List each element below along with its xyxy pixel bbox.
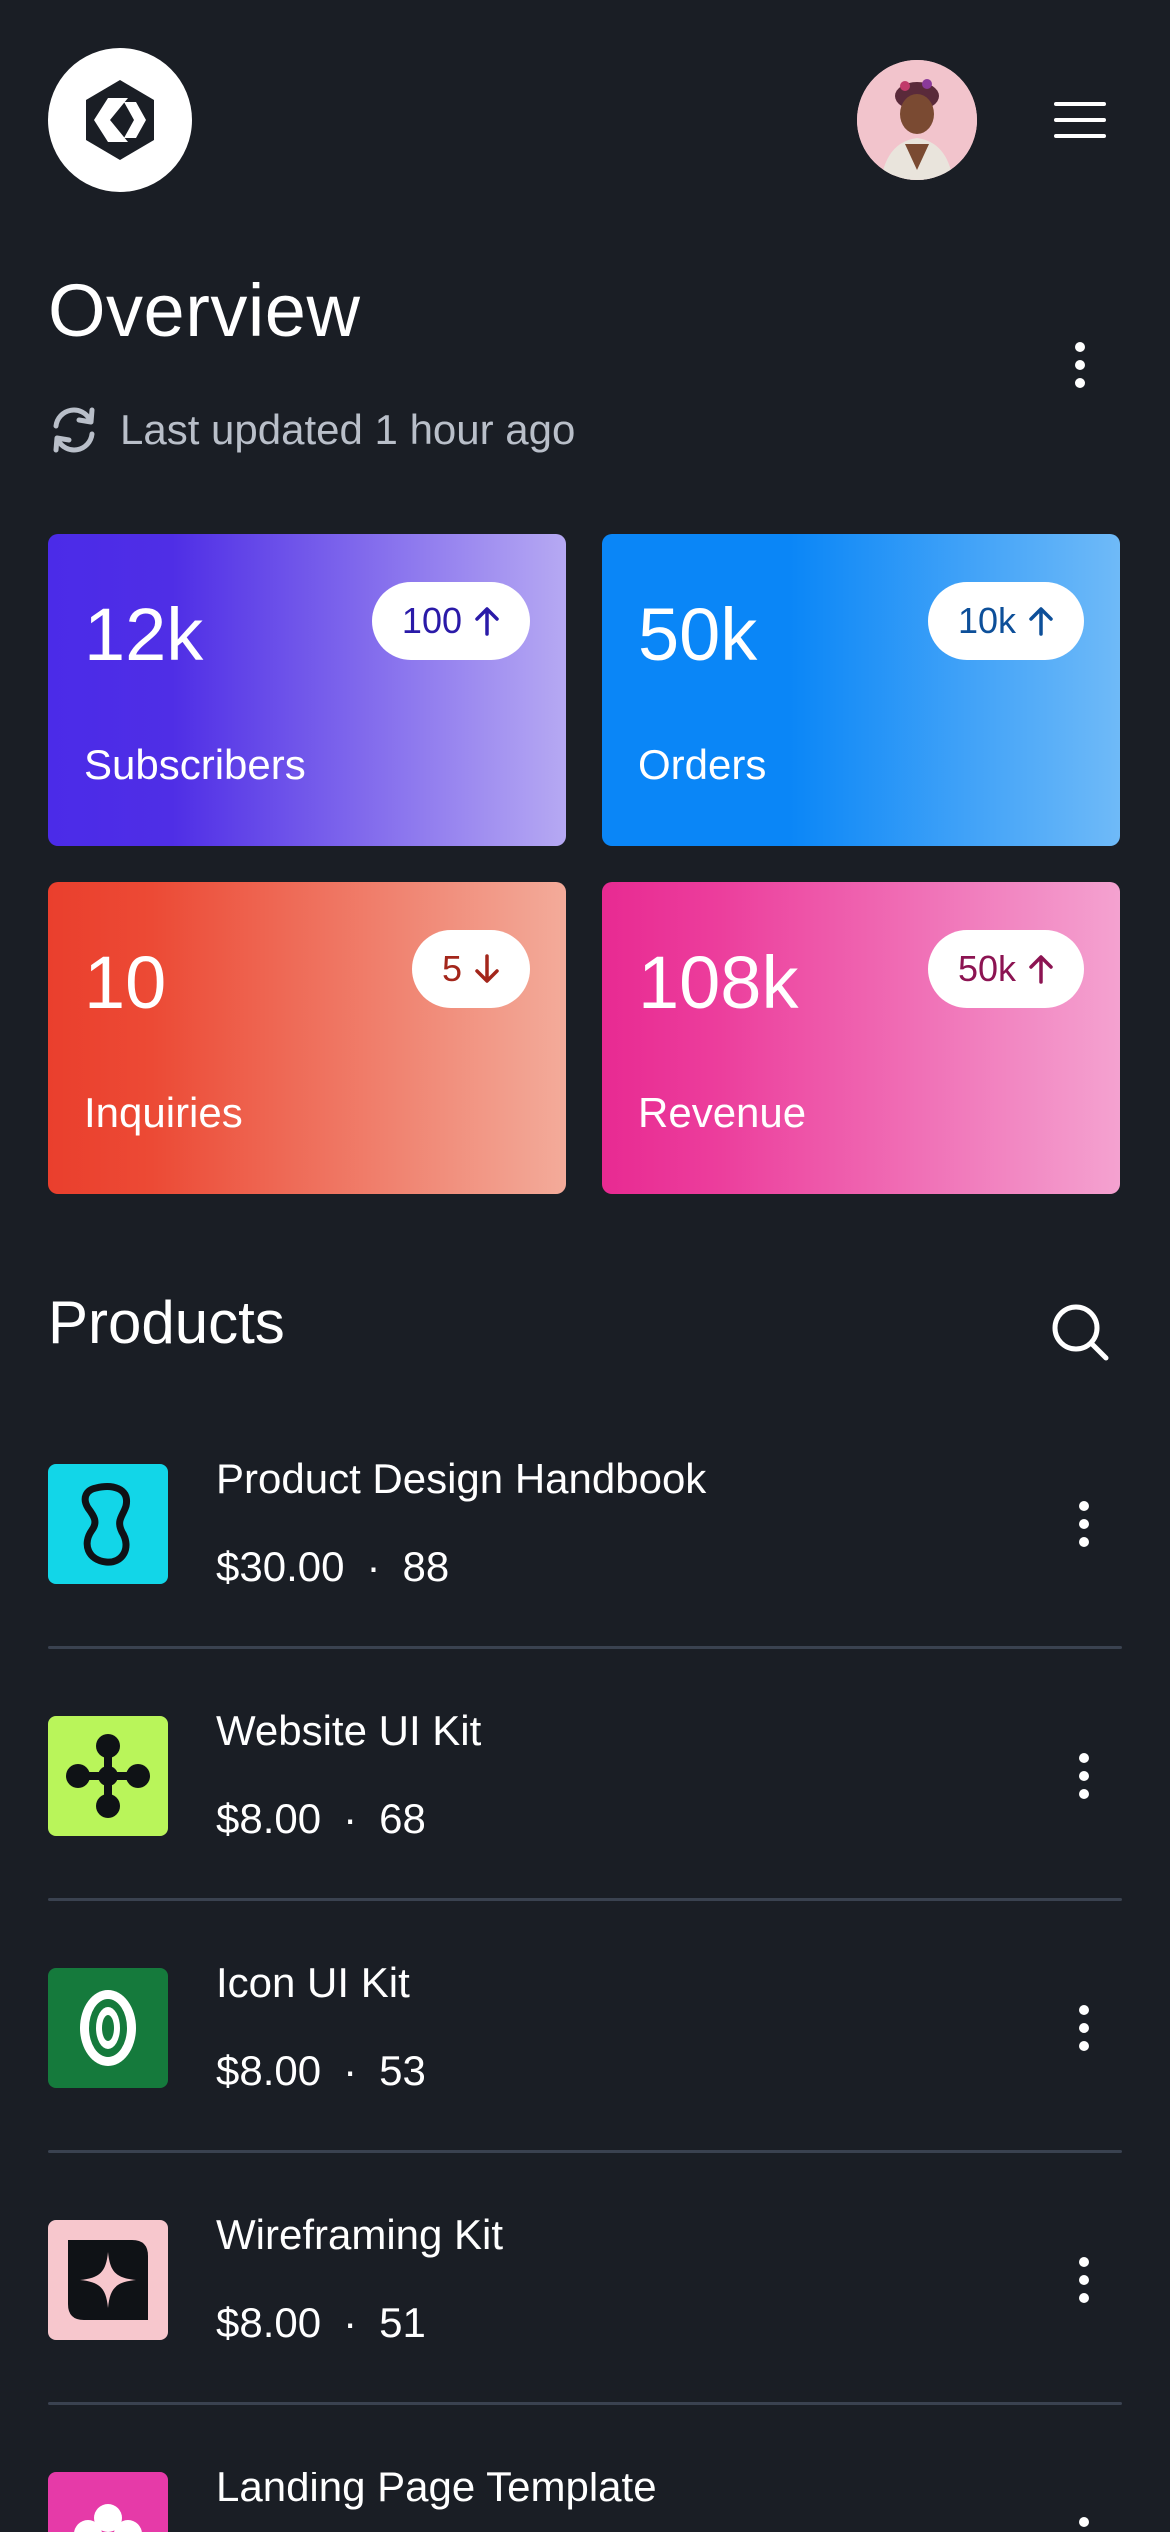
stat-card-subscribers[interactable]: 12k Subscribers 100 [48,534,566,846]
product-name: Landing Page Template [216,2472,657,2510]
user-avatar[interactable] [857,60,977,180]
refresh-icon [53,407,95,453]
divider [48,1898,1122,1901]
products-title: Products [48,1289,285,1356]
trend-badge: 100 [371,582,530,660]
list-item[interactable]: Landing Page Template [48,2472,1122,2532]
app-header [0,0,1170,240]
trend-value: 5 [441,948,462,989]
product-name: Product Design Handbook [216,1455,707,1502]
last-updated: Last updated 1 hour ago [48,400,575,460]
product-price: $8.00 [216,1795,322,1842]
vertical-dots-icon[interactable] [1064,2250,1104,2310]
flower-icon [48,2472,168,2532]
stat-label: Orders [638,741,767,788]
blob-icon [48,1464,168,1584]
stat-value: 12k [84,593,204,676]
trend-value: 50k [957,948,1016,989]
stat-card-inquiries[interactable]: 10 Inquiries 5 [48,882,566,1194]
divider [48,2150,1122,2153]
trend-value: 10k [957,600,1016,641]
hamburger-menu-icon[interactable] [1040,90,1120,150]
product-name: Website UI Kit [216,1707,482,1754]
product-count: 68 [379,1795,426,1842]
product-count: 51 [379,2299,426,2346]
arrow-up-icon [475,607,499,636]
product-meta: $30.00 · 88 [216,1542,449,1592]
product-count: 53 [379,2047,426,2094]
trend-badge: 50k [927,930,1084,1008]
trend-badge: 5 [411,930,530,1008]
stat-value: 108k [638,941,799,1024]
list-item[interactable]: Product Design Handbook $30.00 · 88 [48,1455,1122,1716]
vertical-dots-icon[interactable] [1055,330,1105,400]
search-icon[interactable] [1048,1300,1112,1364]
stat-value: 10 [84,941,167,1024]
vertical-dots-icon[interactable] [1064,1998,1104,2058]
divider [48,2402,1122,2405]
product-price: $8.00 [216,2047,322,2094]
list-item[interactable]: Wireframing Kit $8.00 · 51 [48,2211,1122,2472]
meta-separator: · [343,2299,358,2346]
product-count: 88 [402,1543,450,1590]
stat-label: Revenue [638,1089,807,1136]
trend-value: 100 [401,600,462,641]
meta-separator: · [343,2047,358,2094]
list-item[interactable]: Icon UI Kit $8.00 · 53 [48,1959,1122,2220]
stat-card-orders[interactable]: 50k Orders 10k [602,534,1120,846]
arrow-down-icon [475,954,499,983]
list-item[interactable]: Website UI Kit $8.00 · 68 [48,1707,1122,1968]
product-name: Wireframing Kit [216,2211,504,2258]
arrow-up-icon [1029,955,1053,984]
sparkle-square-icon [48,2220,168,2340]
product-price: $8.00 [216,2299,322,2346]
meta-separator: · [366,1543,381,1590]
vertical-dots-icon[interactable] [1064,2510,1104,2532]
product-price: $30.00 [216,1543,345,1590]
divider [48,1646,1122,1649]
hexagon-logo-icon[interactable] [48,48,192,192]
meta-separator: · [343,1795,358,1842]
trend-badge: 10k [927,582,1084,660]
vertical-dots-icon[interactable] [1064,1494,1104,1554]
product-name: Icon UI Kit [216,1959,410,2006]
product-meta: $8.00 · 68 [216,1794,426,1844]
page-title: Overview [48,269,361,352]
product-meta: $8.00 · 51 [216,2298,426,2348]
stat-label: Subscribers [84,741,306,788]
zero-ring-icon [48,1968,168,2088]
nodes-icon [48,1716,168,1836]
vertical-dots-icon[interactable] [1064,1746,1104,1806]
stat-card-revenue[interactable]: 108k Revenue 50k [602,882,1120,1194]
product-meta: $8.00 · 53 [216,2046,426,2096]
stat-label: Inquiries [84,1089,243,1136]
last-updated-text: Last updated 1 hour ago [120,406,576,453]
arrow-up-icon [1029,607,1053,636]
stat-value: 50k [638,593,758,676]
